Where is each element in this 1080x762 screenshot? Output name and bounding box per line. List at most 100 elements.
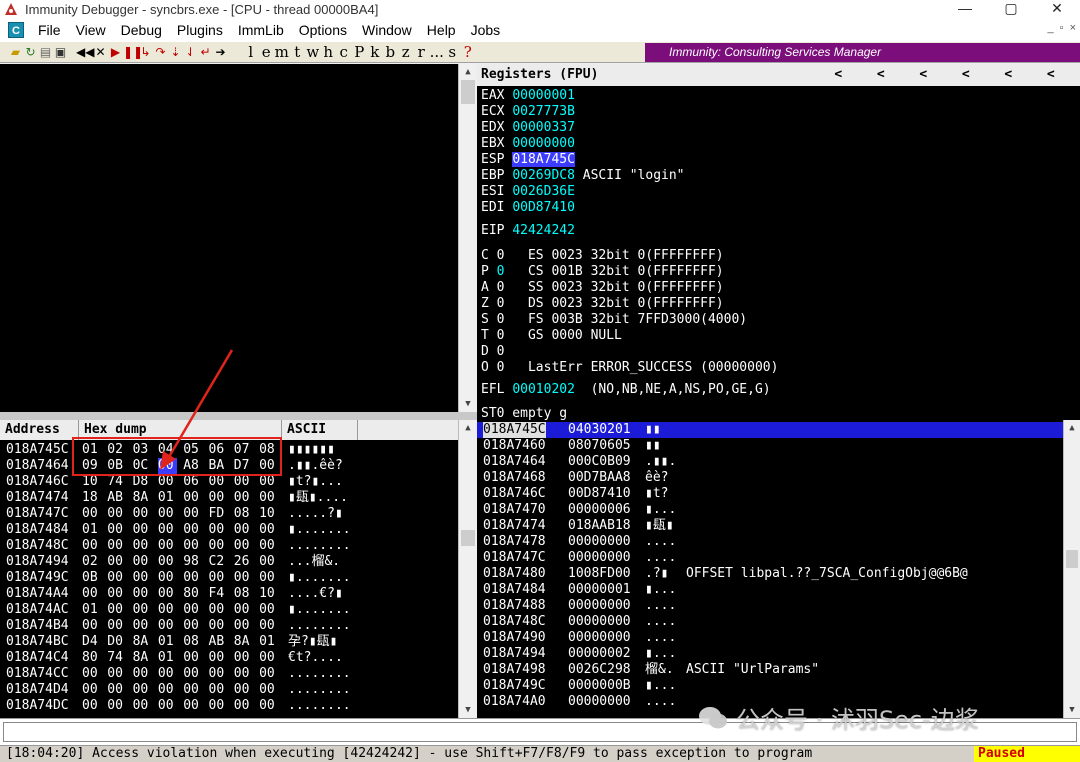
flag-a[interactable]: A 0 SS 0023 32bit 0(FFFFFFFF) <box>481 280 724 296</box>
dump-byte[interactable]: 01 <box>82 522 98 538</box>
scroll-thumb[interactable] <box>461 80 475 104</box>
dump-byte[interactable]: 10 <box>259 506 275 522</box>
stack-row[interactable]: 018A7494 00000002 ▮... <box>477 646 1080 662</box>
dump-byte[interactable]: 00 <box>133 682 149 698</box>
dump-byte[interactable]: 00 <box>183 682 199 698</box>
minimize-button[interactable]: — <box>942 0 988 18</box>
dump-row[interactable]: 018A74D4 00 00 00 00 00 00 00 00........ <box>0 682 458 698</box>
menu-options[interactable]: Options <box>291 22 354 38</box>
dump-byte[interactable]: 00 <box>234 618 250 634</box>
dump-byte[interactable]: 00 <box>107 570 123 586</box>
flag-o[interactable]: O 0 LastErr ERROR_SUCCESS (00000000) <box>481 360 778 376</box>
toolbar-help-button[interactable]: ? <box>460 42 476 62</box>
dump-byte[interactable]: 00 <box>259 602 275 618</box>
flag-c[interactable]: C 0 ES 0023 32bit 0(FFFFFFFF) <box>481 248 724 264</box>
dump-byte[interactable]: 80 <box>183 586 199 602</box>
reg-ebp[interactable]: EBP 00269DC8 ASCII "login" <box>481 168 685 184</box>
dump-byte[interactable]: 74 <box>107 650 123 666</box>
dump-byte[interactable]: F4 <box>209 586 225 602</box>
restart-icon[interactable]: ↻ <box>23 42 38 62</box>
toolbar-run-trace-button[interactable]: ... <box>429 42 445 62</box>
dump-byte[interactable]: 00 <box>158 586 174 602</box>
disassembly-scrollbar[interactable]: ▲ ▼ <box>458 64 477 412</box>
menu-file[interactable]: File <box>30 22 68 38</box>
dump-byte[interactable]: 00 <box>234 650 250 666</box>
mdi-close-button[interactable]: × <box>1070 22 1076 34</box>
reg-arrow-2[interactable]: < <box>860 64 903 86</box>
scroll-up-icon[interactable]: ▲ <box>459 420 477 436</box>
dump-byte[interactable]: 00 <box>158 554 174 570</box>
dump-byte[interactable]: 00 <box>158 538 174 554</box>
dump-byte[interactable]: 00 <box>82 666 98 682</box>
dump-byte[interactable]: 01 <box>158 490 174 506</box>
dump-row[interactable]: 018A74C4 80 74 8A 01 00 00 00 00 €t?.... <box>0 650 458 666</box>
dump-byte[interactable]: 00 <box>158 474 174 490</box>
maximize-button[interactable]: ▢ <box>988 0 1034 18</box>
dump-row[interactable]: 018A7474 18 AB 8A 01 00 00 00 00 ▮瓺▮.... <box>0 490 458 506</box>
dump-byte[interactable]: AB <box>209 634 225 650</box>
dump-byte[interactable]: 8A <box>133 490 149 506</box>
toolbar-memory-map-button[interactable]: m <box>274 42 290 62</box>
dump-byte[interactable]: 00 <box>82 506 98 522</box>
dump-byte[interactable]: 08 <box>234 506 250 522</box>
horizontal-splitter[interactable] <box>0 412 477 420</box>
dump-byte[interactable]: 00 <box>82 586 98 602</box>
dump-byte[interactable]: 00 <box>183 570 199 586</box>
dump-byte[interactable]: 00 <box>107 538 123 554</box>
dump-byte[interactable]: 10 <box>259 586 275 602</box>
toolbar-source-button[interactable]: s <box>445 42 461 62</box>
stack-row[interactable]: 018A7490 00000000.... <box>477 630 1080 646</box>
stack-row[interactable]: 018A7478 00000000.... <box>477 534 1080 550</box>
dump-byte[interactable]: 00 <box>209 570 225 586</box>
dump-row[interactable]: 018A749C 0B 00 00 00 00 00 00 00 ▮....... <box>0 570 458 586</box>
dump-byte[interactable]: 74 <box>107 474 123 490</box>
dump-row[interactable]: 018A74AC 01 00 00 00 00 00 00 00 ▮....... <box>0 602 458 618</box>
dump-byte[interactable]: FD <box>209 506 225 522</box>
dump-byte[interactable]: 01 <box>158 634 174 650</box>
dump-byte[interactable]: 00 <box>82 618 98 634</box>
dump-header-ascii[interactable]: ASCII <box>282 420 358 440</box>
reg-efl[interactable]: EFL 00010202 (NO,NB,NE,A,NS,PO,GE,G) <box>481 382 771 398</box>
stack-scrollbar[interactable]: ▲ ▼ <box>1063 420 1080 718</box>
dump-byte[interactable]: 00 <box>234 666 250 682</box>
toolbar-call-stack-button[interactable]: k <box>367 42 383 62</box>
toolbar-patches-button[interactable]: P <box>352 42 368 62</box>
reg-arrow-6[interactable]: < <box>1030 64 1073 86</box>
stack-row[interactable]: 018A7488 00000000.... <box>477 598 1080 614</box>
dump-byte[interactable]: 00 <box>209 474 225 490</box>
step-over-icon[interactable]: ↷ <box>153 42 168 62</box>
dump-byte[interactable]: 08 <box>183 634 199 650</box>
toolbar-references-button[interactable]: r <box>414 42 430 62</box>
dump-byte[interactable]: 00 <box>234 570 250 586</box>
dump-byte[interactable]: 00 <box>133 522 149 538</box>
close-process-icon[interactable]: ▣ <box>53 42 68 62</box>
dump-byte[interactable]: 00 <box>133 586 149 602</box>
dump-byte[interactable]: 00 <box>259 666 275 682</box>
menu-view[interactable]: View <box>68 22 113 38</box>
scroll-down-icon[interactable]: ▼ <box>459 396 477 412</box>
scroll-down-icon[interactable]: ▼ <box>1064 702 1080 718</box>
flag-t[interactable]: T 0 GS 0000 NULL <box>481 328 622 344</box>
dump-byte[interactable]: 00 <box>259 538 275 554</box>
dump-row[interactable]: 018A74A4 00 00 00 00 80 F4 08 10 ....€?▮ <box>0 586 458 602</box>
dump-byte[interactable]: 00 <box>158 570 174 586</box>
dump-byte[interactable]: D8 <box>133 474 149 490</box>
dump-byte[interactable]: 00 <box>183 490 199 506</box>
dump-row[interactable]: 018A74CC 00 00 00 00 00 00 00 00........ <box>0 666 458 682</box>
toolbar-threads-button[interactable]: t <box>290 42 306 62</box>
dump-byte[interactable]: 26 <box>234 554 250 570</box>
toolbar-handles-button[interactable]: h <box>321 42 337 62</box>
dump-byte[interactable]: 00 <box>209 602 225 618</box>
open-folder-icon[interactable]: ▰ <box>8 42 23 62</box>
dump-row[interactable]: 018A746C 10 74 D8 00 06 00 00 00 ▮t?▮... <box>0 474 458 490</box>
stack-row[interactable]: 018A7484 00000001 ▮... <box>477 582 1080 598</box>
dump-byte[interactable]: 00 <box>259 682 275 698</box>
stack-row[interactable]: 018A745C 04030201 ▮▮ <box>477 422 1080 438</box>
rewind-icon[interactable]: ◀◀ <box>76 42 94 62</box>
scroll-down-icon[interactable]: ▼ <box>459 702 477 718</box>
scroll-thumb[interactable] <box>461 530 475 546</box>
dump-byte[interactable]: AB <box>107 490 123 506</box>
dump-row[interactable]: 018A74DC 00 00 00 00 00 00 00 00........ <box>0 698 458 714</box>
dump-byte[interactable]: 00 <box>183 506 199 522</box>
pause-icon[interactable]: ❚❚ <box>123 42 143 62</box>
